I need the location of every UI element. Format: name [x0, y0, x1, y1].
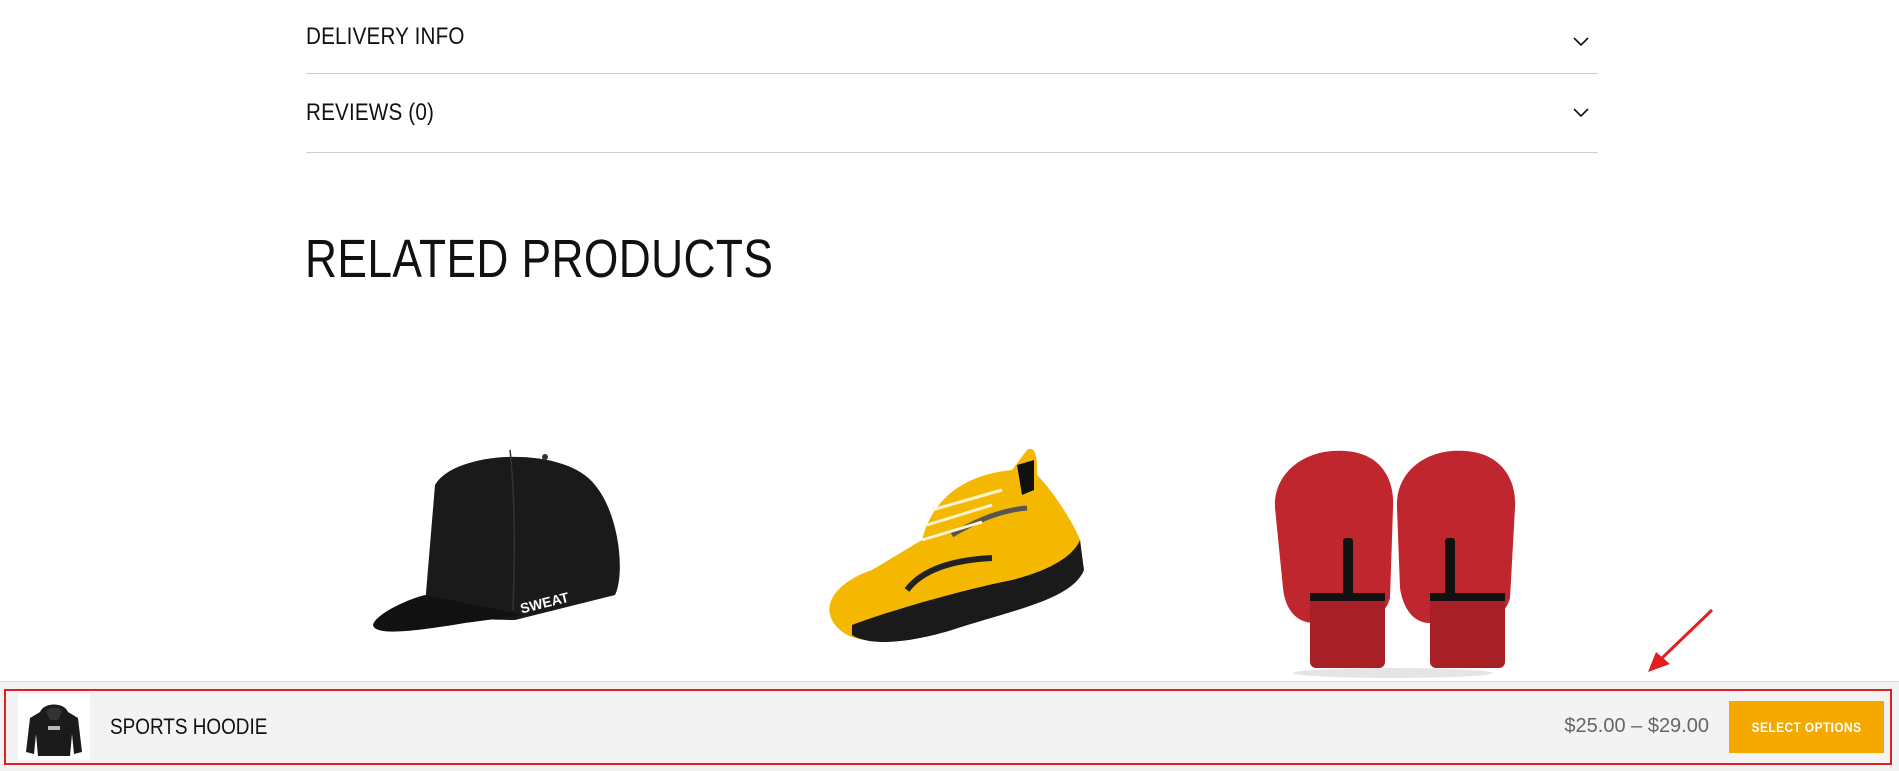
accordion-item-delivery-info[interactable]: DELIVERY INFO	[306, 0, 1598, 74]
sticky-product-price: $25.00 – $29.00	[1564, 715, 1709, 737]
chevron-down-icon[interactable]	[1572, 33, 1590, 51]
accordion-title-delivery-info: DELIVERY INFO	[306, 23, 465, 50]
sneaker-image[interactable]	[812, 430, 1092, 650]
select-options-label: SELECT OPTIONS	[1751, 719, 1862, 735]
related-products-title: RELATED PRODUCTS	[305, 229, 774, 289]
select-options-button[interactable]: SELECT OPTIONS	[1729, 701, 1884, 753]
product-tabs-accordion: DELIVERY INFO REVIEWS (0)	[306, 0, 1598, 153]
annotation-arrow-icon	[1648, 608, 1714, 672]
accordion-item-reviews[interactable]: REVIEWS (0)	[306, 74, 1598, 153]
chevron-down-icon[interactable]	[1572, 104, 1590, 122]
sticky-product-name: SPORTS HOODIE	[110, 714, 268, 739]
hoodie-thumbnail	[18, 694, 90, 760]
boxing-gloves-image[interactable]	[1265, 448, 1525, 678]
cap-image[interactable]: SWEAT	[365, 445, 655, 635]
accordion-title-reviews: REVIEWS (0)	[306, 99, 435, 126]
page: DELIVERY INFO REVIEWS (0) RELATED PRODUC…	[0, 0, 1899, 771]
